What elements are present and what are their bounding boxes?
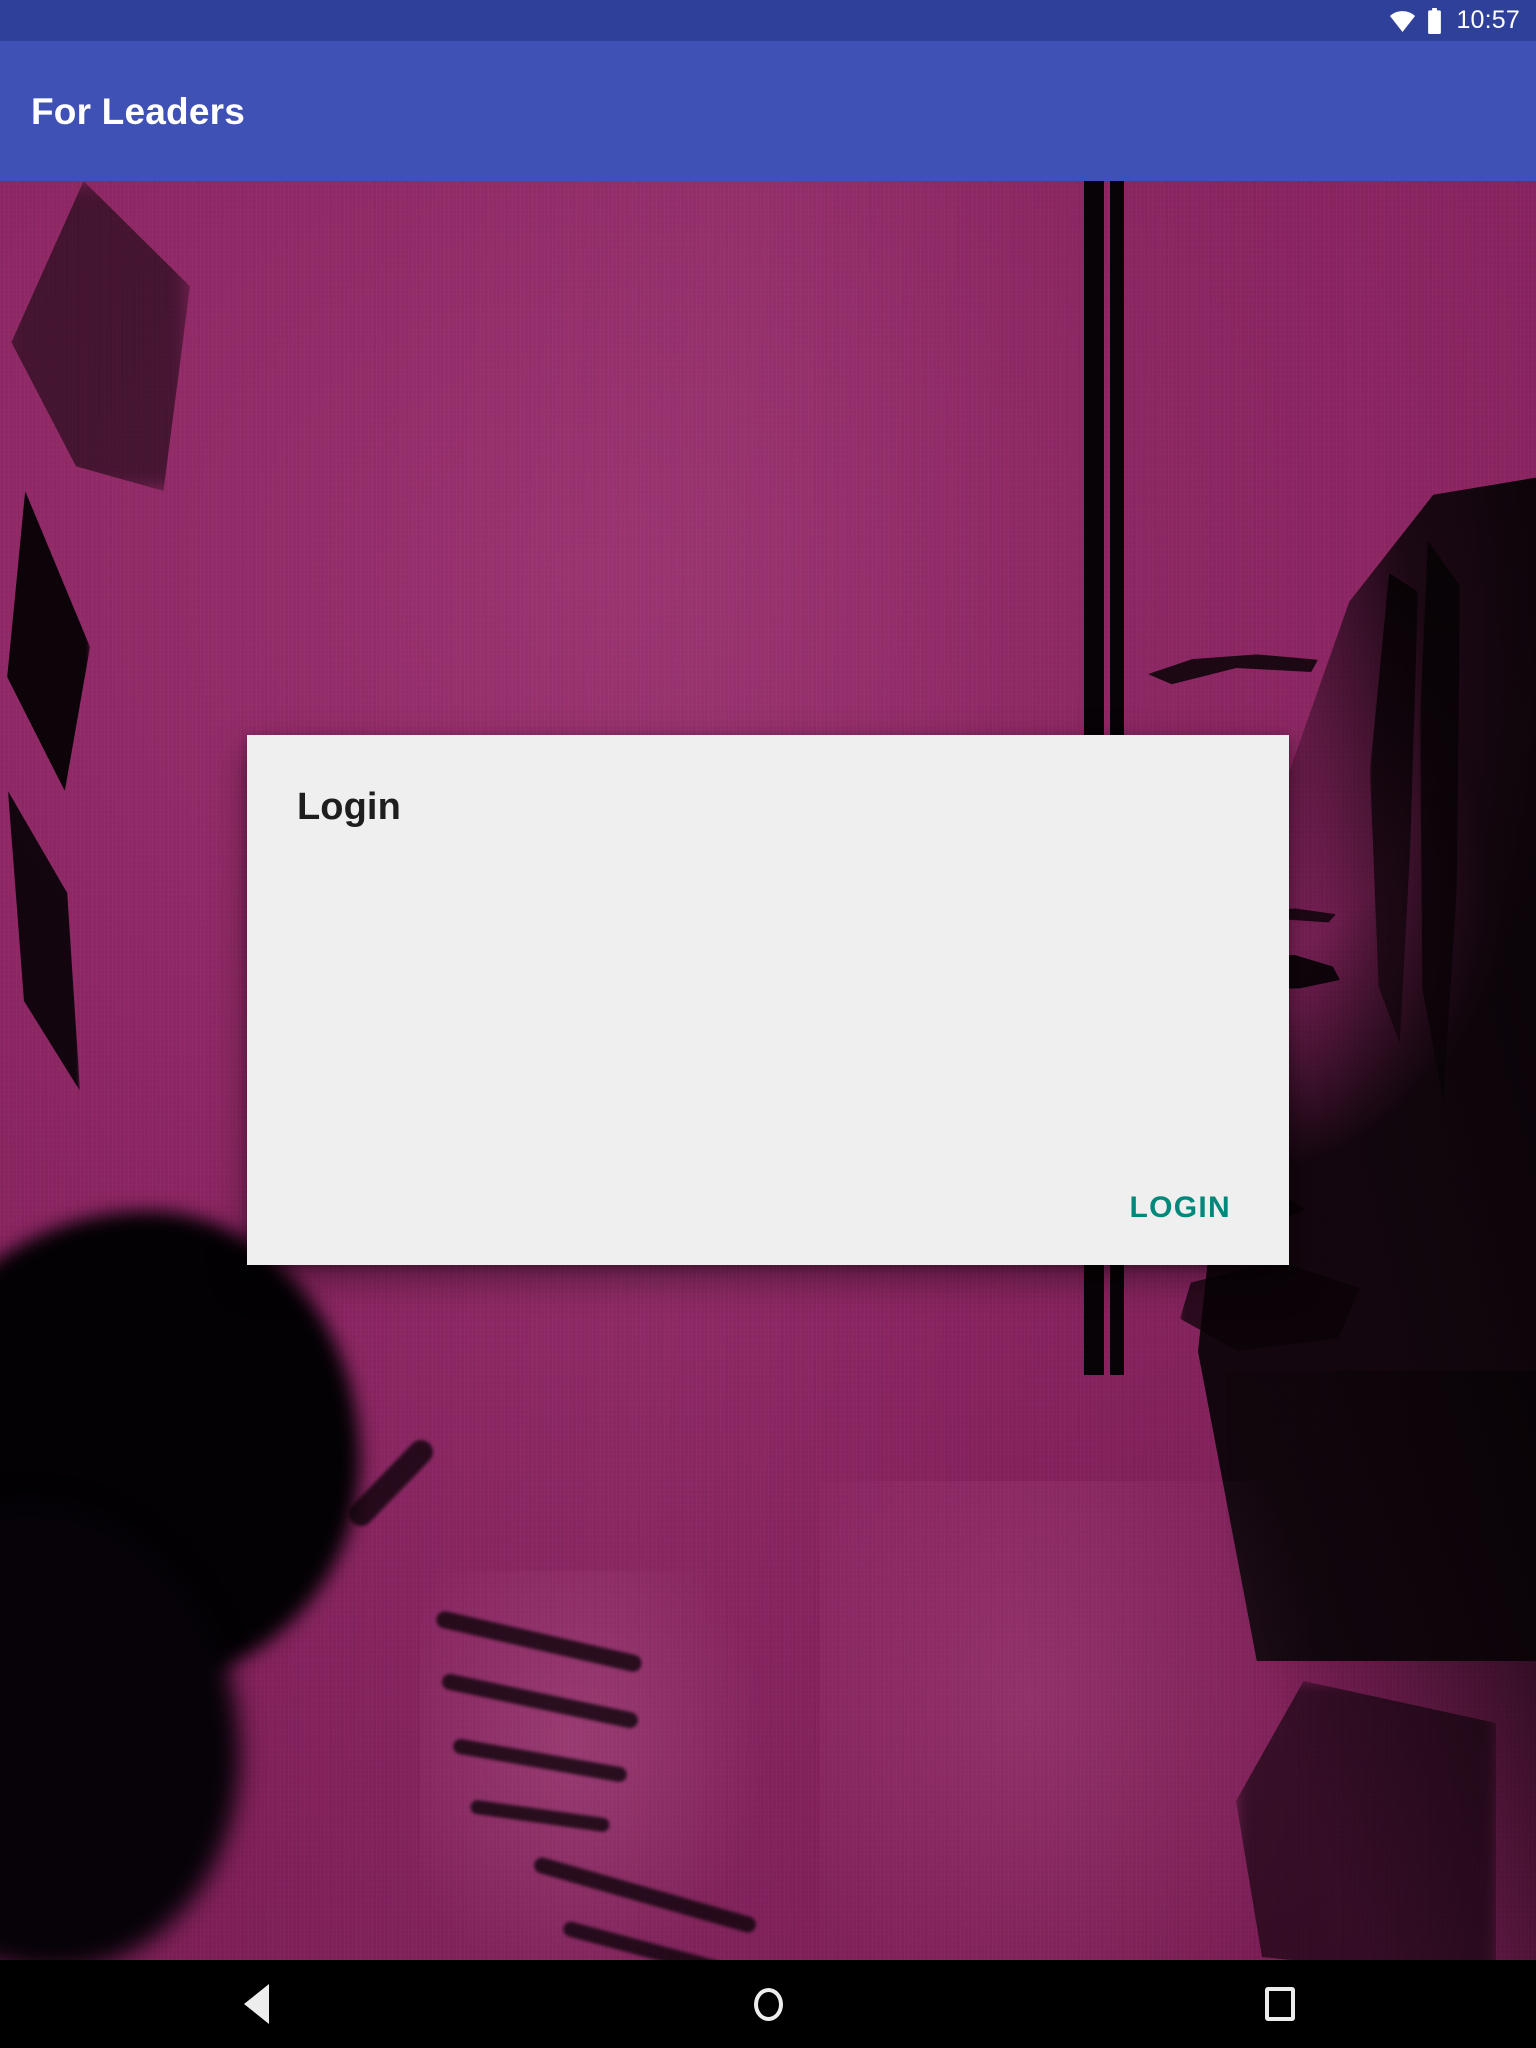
nav-back-button[interactable]: [176, 1960, 336, 2048]
triangle-left-icon: [243, 1984, 269, 2024]
android-screen: Login Username Password LOGIN 10:57: [0, 0, 1536, 2048]
app-bar-title: For Leaders: [31, 90, 245, 132]
login-dialog-actions: LOGIN: [247, 1165, 1289, 1251]
nav-recents-button[interactable]: [1200, 1960, 1360, 2048]
status-bar-clock: 10:57: [1456, 6, 1520, 34]
circle-icon: [753, 1987, 783, 2021]
wifi-icon: [1390, 10, 1416, 32]
app-bar: For Leaders: [0, 41, 1536, 181]
login-dialog-title: Login: [297, 786, 401, 828]
square-icon: [1265, 1987, 1295, 2021]
status-bar-icons: 10:57: [1389, 6, 1520, 34]
status-bar: 10:57: [0, 0, 1536, 41]
android-navigation-bar: [0, 1960, 1536, 2048]
nav-home-button[interactable]: [688, 1960, 848, 2048]
battery-full-icon: [1428, 7, 1442, 34]
login-button[interactable]: LOGIN: [1120, 1183, 1242, 1233]
